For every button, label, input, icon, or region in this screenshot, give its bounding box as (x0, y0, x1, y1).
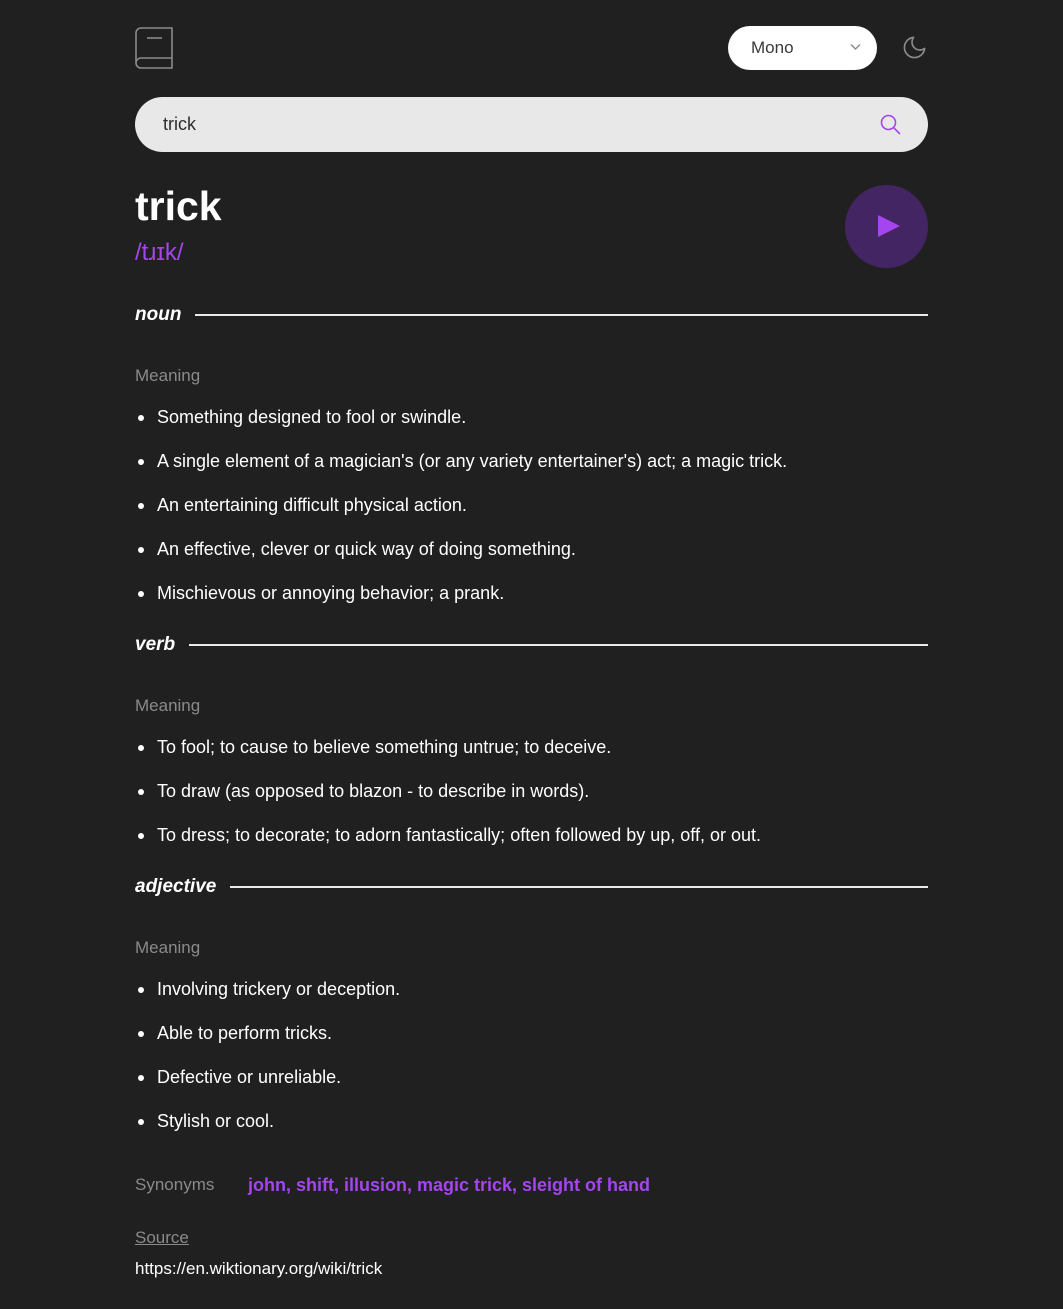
definition-item: To draw (as opposed to blazon - to descr… (135, 780, 928, 802)
play-icon (878, 215, 900, 237)
definition-list-adjective: Involving trickery or deception. Able to… (135, 978, 928, 1154)
definition-item: A single element of a magician's (or any… (135, 450, 928, 472)
definition-list-noun: Something designed to fool or swindle. A… (135, 406, 928, 626)
synonyms-label: Synonyms (135, 1175, 215, 1194)
meaning-label: Meaning (135, 938, 201, 957)
search-bar (135, 97, 928, 152)
definition-item: Involving trickery or deception. (135, 978, 928, 1000)
pos-label: adjective (135, 876, 217, 897)
definition-item: Able to perform tricks. (135, 1022, 928, 1044)
synonyms-links[interactable]: john, shift, illusion, magic trick, slei… (248, 1175, 650, 1196)
play-pronunciation-button[interactable] (845, 185, 928, 268)
definition-item: Defective or unreliable. (135, 1066, 928, 1088)
headword: trick (135, 183, 222, 229)
top-bar: Mono (135, 0, 928, 97)
definition-item: To fool; to cause to believe something u… (135, 736, 928, 758)
source-link[interactable]: https://en.wiktionary.org/wiki/trick (135, 1259, 382, 1279)
pos-heading-adjective: adjective (135, 875, 928, 899)
meaning-label: Meaning (135, 366, 201, 385)
pos-label: verb (135, 634, 176, 655)
font-selector[interactable]: Mono (728, 26, 877, 70)
definition-item: Stylish or cool. (135, 1110, 928, 1132)
phonetic: /tɹɪk/ (135, 239, 184, 266)
definition-list-verb: To fool; to cause to believe something u… (135, 736, 928, 868)
pos-heading-verb: verb (135, 633, 928, 657)
synonyms-row: Synonyms john, shift, illusion, magic tr… (135, 1174, 650, 1196)
moon-icon[interactable] (901, 34, 928, 61)
pos-label: noun (135, 304, 182, 325)
definition-item: To dress; to decorate; to adorn fantasti… (135, 824, 928, 846)
divider (230, 886, 928, 888)
divider (195, 314, 928, 316)
search-input[interactable] (163, 97, 843, 152)
definition-item: An effective, clever or quick way of doi… (135, 538, 928, 560)
definition-item: An entertaining difficult physical actio… (135, 494, 928, 516)
definition-item: Something designed to fool or swindle. (135, 406, 928, 428)
definition-item: Mischievous or annoying behavior; a pran… (135, 582, 928, 604)
divider (189, 644, 928, 646)
dictionary-app: Mono trick /tɹɪk/ noun Meaning Something… (135, 0, 928, 1278)
pos-heading-noun: noun (135, 303, 928, 327)
meaning-label: Meaning (135, 696, 201, 715)
search-icon[interactable] (880, 114, 901, 135)
source-label: Source (135, 1228, 189, 1247)
font-selector-value: Mono (751, 38, 794, 57)
chevron-down-icon (850, 44, 861, 50)
book-icon[interactable] (135, 27, 173, 69)
